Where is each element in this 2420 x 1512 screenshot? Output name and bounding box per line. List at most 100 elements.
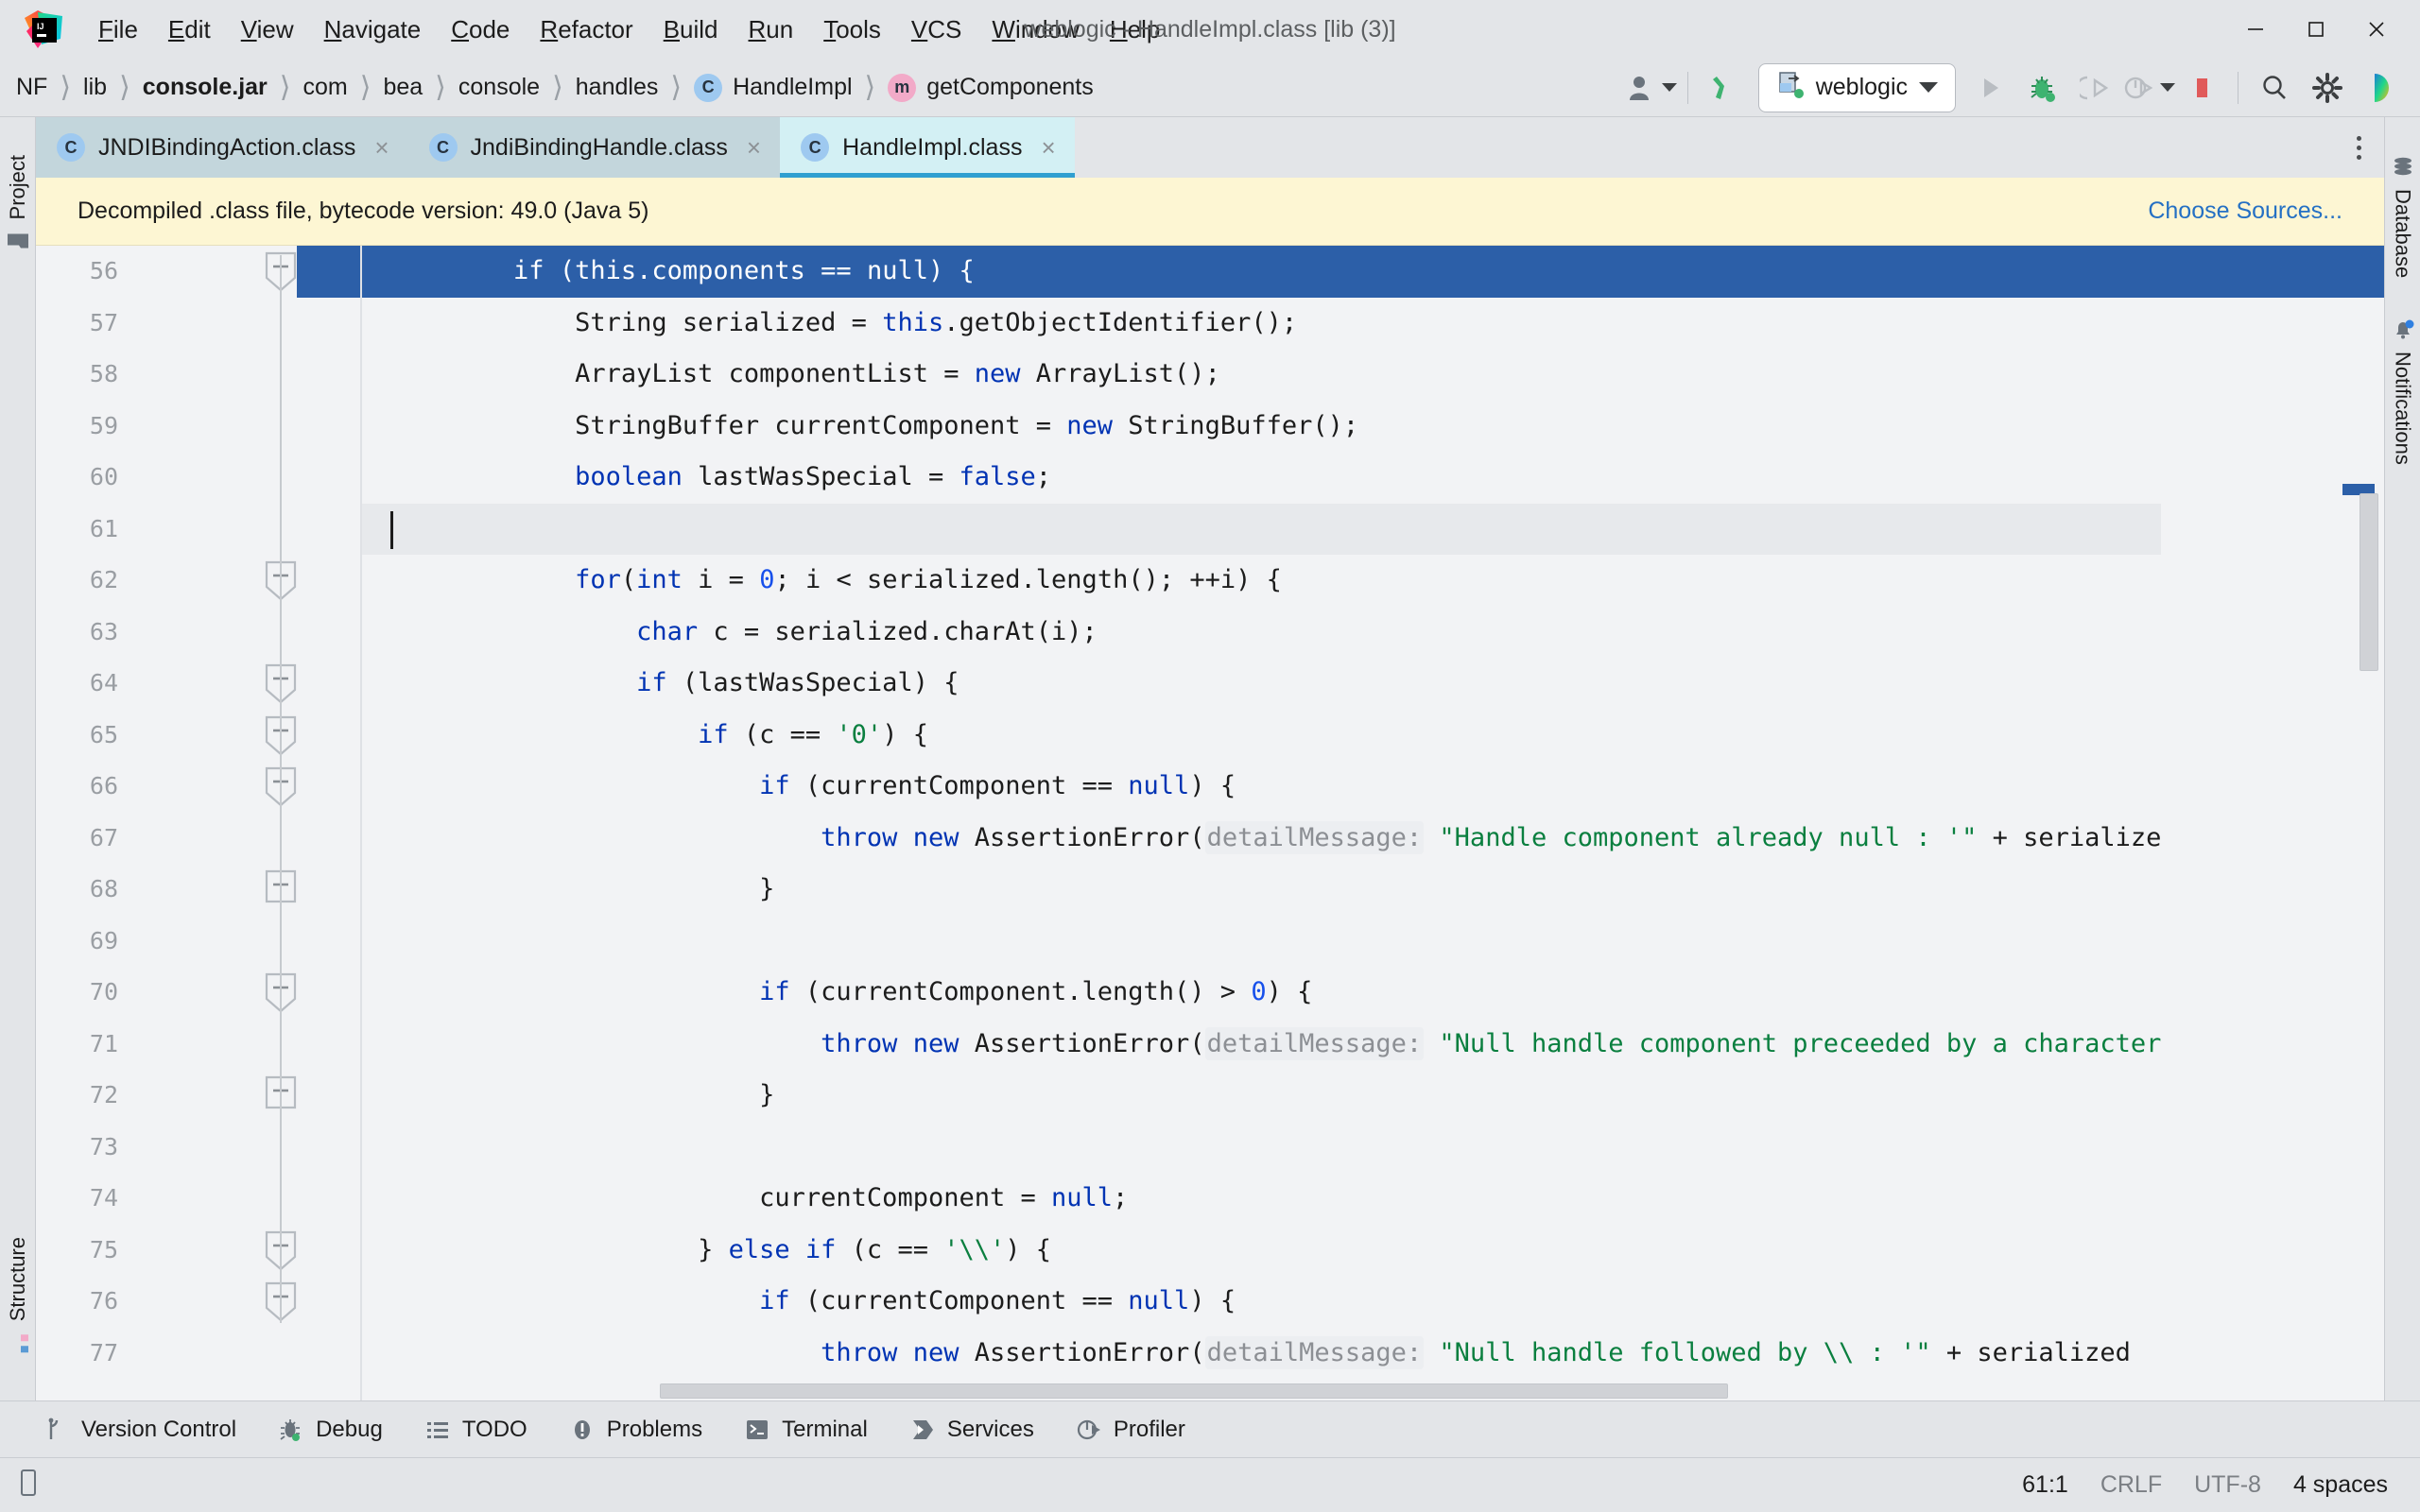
menu-window[interactable]: Window <box>977 9 1094 50</box>
menu-code[interactable]: Code <box>436 9 525 50</box>
breadcrumb-item-bea[interactable]: bea <box>371 74 435 101</box>
line-separator[interactable]: CRLF <box>2100 1471 2162 1499</box>
line-number[interactable]: 63 <box>36 607 118 659</box>
line-number[interactable]: 72 <box>36 1070 118 1122</box>
tool-window-version-control[interactable]: Version Control <box>23 1411 257 1449</box>
run-configuration-selector[interactable]: weblogic <box>1758 63 1956 112</box>
tool-window-todo[interactable]: TODO <box>404 1411 548 1449</box>
line-number[interactable]: 73 <box>36 1122 118 1174</box>
code-line[interactable] <box>362 1122 2161 1174</box>
menu-view[interactable]: View <box>226 9 309 50</box>
menu-tools[interactable]: Tools <box>808 9 896 50</box>
line-number[interactable]: 66 <box>36 761 118 813</box>
code-line[interactable] <box>362 916 2161 968</box>
code-line[interactable]: if (lastWasSpecial) { <box>362 658 2161 710</box>
code-line[interactable]: throw new AssertionError(detailMessage: … <box>362 1328 2161 1380</box>
hscrollbar-thumb[interactable] <box>660 1383 1728 1399</box>
close-button[interactable] <box>2346 8 2407 51</box>
breadcrumb-item-getcomponents[interactable]: m getComponents <box>875 74 1106 102</box>
menu-build[interactable]: Build <box>648 9 734 50</box>
menu-vcs[interactable]: VCS <box>896 9 977 50</box>
menu-file[interactable]: File <box>83 9 153 50</box>
line-number[interactable]: 67 <box>36 813 118 865</box>
breadcrumb-item-handleimpl[interactable]: C HandleImpl <box>682 74 864 102</box>
sidebar-item-notifications[interactable]: Notifications <box>2391 304 2415 478</box>
file-encoding[interactable]: UTF-8 <box>2194 1471 2261 1499</box>
tab-close-icon[interactable]: × <box>374 133 389 163</box>
code-line[interactable]: String serialized = this.getObjectIdenti… <box>362 298 2161 350</box>
breadcrumb-item-com[interactable]: com <box>291 74 360 101</box>
stop-button[interactable] <box>2175 61 2228 114</box>
breadcrumb-item-handles[interactable]: handles <box>563 74 671 101</box>
ide-widget-icon[interactable] <box>17 1468 42 1503</box>
code-line[interactable]: ArrayList componentList = new ArrayList(… <box>362 349 2161 401</box>
minimize-button[interactable] <box>2225 8 2286 51</box>
line-number[interactable]: 60 <box>36 452 118 504</box>
tab-close-icon[interactable]: × <box>747 133 761 163</box>
code-line[interactable]: throw new AssertionError(detailMessage: … <box>362 813 2161 865</box>
code-content[interactable]: if (this.components == null) { String se… <box>362 246 2384 1400</box>
menu-run[interactable]: Run <box>734 9 809 50</box>
breadcrumb-item-console-jar[interactable]: console.jar <box>130 74 280 101</box>
code-line[interactable]: } <box>362 1070 2161 1122</box>
code-line[interactable]: if (currentComponent.length() > 0) { <box>362 967 2161 1019</box>
line-number[interactable]: 56 <box>36 246 118 298</box>
tab-jndibindingaction[interactable]: C JNDIBindingAction.class × <box>36 117 408 178</box>
search-everywhere-icon[interactable] <box>2248 61 2301 114</box>
code-line[interactable]: StringBuffer currentComponent = new Stri… <box>362 401 2161 453</box>
sidebar-item-database[interactable]: Database <box>2391 142 2415 291</box>
user-account-icon[interactable] <box>1625 61 1678 114</box>
tool-window-problems[interactable]: Problems <box>548 1411 723 1449</box>
line-number[interactable]: 69 <box>36 916 118 968</box>
line-number[interactable]: 74 <box>36 1173 118 1225</box>
code-line[interactable]: if (currentComponent == null) { <box>362 1276 2161 1328</box>
tabs-options-button[interactable] <box>2333 117 2384 178</box>
line-number[interactable]: 77 <box>36 1328 118 1380</box>
tool-window-services[interactable]: Services <box>889 1411 1055 1449</box>
code-editor[interactable]: 5657585960616263646566676869707172737475… <box>36 246 2384 1400</box>
line-number[interactable]: 64 <box>36 658 118 710</box>
editor-vertical-scrollbar[interactable] <box>2356 246 2380 1400</box>
line-number[interactable]: 59 <box>36 401 118 453</box>
code-line[interactable]: currentComponent = null; <box>362 1173 2161 1225</box>
ai-assistant-icon[interactable] <box>2354 61 2407 114</box>
choose-sources-link[interactable]: Choose Sources... <box>2148 198 2342 225</box>
build-hammer-icon[interactable] <box>1698 61 1751 114</box>
sidebar-item-project[interactable]: Project <box>6 142 30 266</box>
code-line[interactable] <box>362 504 2161 556</box>
caret-position[interactable]: 61:1 <box>2022 1471 2068 1499</box>
line-number[interactable]: 76 <box>36 1276 118 1328</box>
tool-window-debug[interactable]: Debug <box>257 1411 404 1449</box>
tool-window-profiler[interactable]: Profiler <box>1055 1411 1206 1449</box>
code-line[interactable]: } else if (c == '\\') { <box>362 1225 2161 1277</box>
line-number[interactable]: 68 <box>36 864 118 916</box>
scrollbar-thumb[interactable] <box>2360 493 2378 671</box>
tab-jndibindinghandle[interactable]: C JndiBindingHandle.class × <box>408 117 781 178</box>
profiler-button[interactable] <box>2122 61 2175 114</box>
line-number[interactable]: 61 <box>36 504 118 556</box>
tool-window-terminal[interactable]: Terminal <box>723 1411 889 1449</box>
code-line[interactable]: for(int i = 0; i < serialized.length(); … <box>362 555 2161 607</box>
menu-refactor[interactable]: Refactor <box>525 9 648 50</box>
indent-setting[interactable]: 4 spaces <box>2293 1471 2388 1499</box>
run-button[interactable] <box>1963 61 2016 114</box>
line-number[interactable]: 70 <box>36 967 118 1019</box>
tab-close-icon[interactable]: × <box>1041 133 1055 163</box>
code-line[interactable]: throw new AssertionError(detailMessage: … <box>362 1019 2161 1071</box>
code-line[interactable]: char c = serialized.charAt(i); <box>362 607 2161 659</box>
debug-button[interactable] <box>2016 61 2069 114</box>
line-number[interactable]: 57 <box>36 298 118 350</box>
code-line[interactable]: if (c == '0') { <box>362 710 2161 762</box>
breadcrumb-item-nf[interactable]: NF <box>4 74 60 101</box>
line-number[interactable]: 62 <box>36 555 118 607</box>
menu-edit[interactable]: Edit <box>153 9 226 50</box>
settings-gear-icon[interactable] <box>2301 61 2354 114</box>
menu-help[interactable]: Help <box>1095 9 1175 50</box>
code-line[interactable]: } <box>362 864 2161 916</box>
breadcrumb-item-lib[interactable]: lib <box>71 74 119 101</box>
line-number[interactable]: 65 <box>36 710 118 762</box>
line-number[interactable]: 58 <box>36 349 118 401</box>
run-with-coverage-button[interactable] <box>2069 61 2122 114</box>
editor-horizontal-scrollbar[interactable] <box>362 1382 2350 1400</box>
maximize-button[interactable] <box>2286 8 2346 51</box>
